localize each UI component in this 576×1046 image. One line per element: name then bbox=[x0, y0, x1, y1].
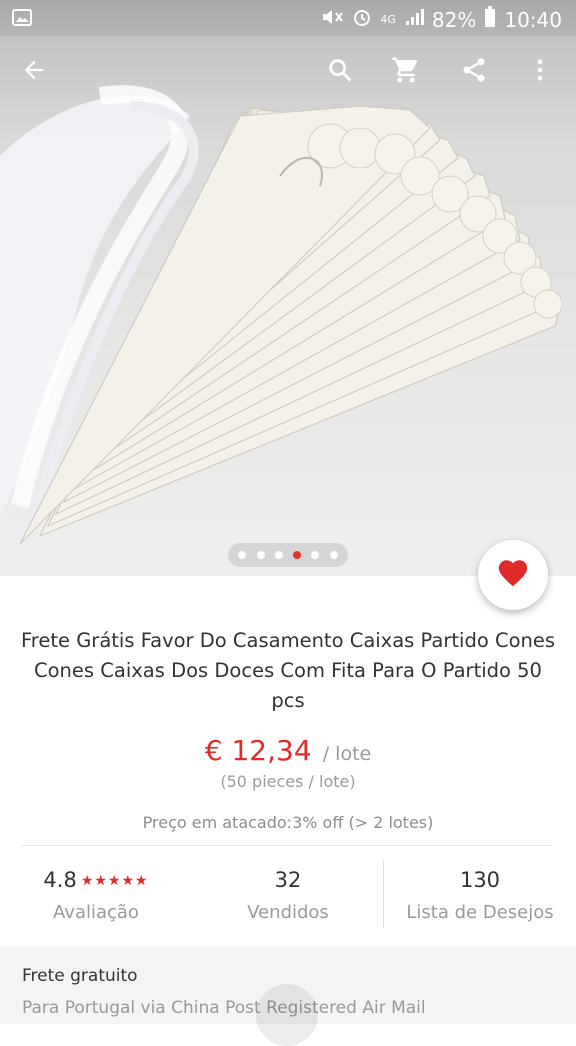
arrow-left-icon bbox=[20, 56, 48, 88]
wishlist-button[interactable] bbox=[478, 540, 548, 610]
price-unit: / lote bbox=[322, 743, 372, 765]
battery-icon bbox=[484, 6, 496, 33]
more-options-button[interactable] bbox=[516, 48, 564, 96]
product-price: € 12,34 bbox=[204, 734, 312, 767]
network-type: 4G bbox=[380, 13, 396, 26]
rating-label: Avaliação bbox=[53, 902, 139, 923]
touch-indicator bbox=[256, 984, 318, 1046]
cart-button[interactable] bbox=[382, 48, 430, 96]
mute-icon bbox=[320, 7, 344, 32]
gallery-indicator bbox=[228, 543, 348, 567]
wedding-cones-illustration bbox=[0, 85, 563, 545]
search-button[interactable] bbox=[316, 48, 364, 96]
battery-percent: 82% bbox=[431, 7, 477, 32]
divider bbox=[22, 845, 552, 846]
search-icon bbox=[326, 56, 354, 88]
pieces-per-lot: (50 pieces / lote) bbox=[220, 772, 356, 791]
cart-icon bbox=[391, 55, 421, 89]
wishlist-label: Lista de Desejos bbox=[406, 902, 554, 923]
wishlist-value: 130 bbox=[459, 868, 501, 892]
more-vert-icon bbox=[526, 56, 554, 88]
rating-line: 4.8 ★★★★★ bbox=[0, 868, 192, 892]
share-button[interactable] bbox=[450, 48, 498, 96]
product-title: Frete Grátis Favor Do Casamento Caixas P… bbox=[20, 629, 556, 712]
signal-icon bbox=[404, 7, 424, 32]
shipping-method: Para Portugal via China Post Registered … bbox=[22, 998, 426, 1018]
sold-value: 32 bbox=[274, 868, 302, 892]
sold-stat[interactable]: 32 Vendidos bbox=[192, 848, 384, 938]
alarm-icon bbox=[352, 7, 372, 32]
gallery-dot[interactable] bbox=[274, 551, 283, 559]
gallery-dot-active[interactable] bbox=[293, 551, 302, 559]
rating-value: 4.8 bbox=[43, 868, 77, 892]
price-row: € 12,34 / lote bbox=[0, 734, 576, 767]
wishlist-stat[interactable]: 130 Lista de Desejos bbox=[384, 848, 576, 938]
status-bar: 4G 82% 10:40 bbox=[0, 0, 576, 36]
back-button[interactable] bbox=[10, 48, 58, 96]
app-toolbar bbox=[0, 36, 576, 108]
share-icon bbox=[460, 56, 488, 88]
sold-label: Vendidos bbox=[247, 902, 329, 923]
rating-stars-icon: ★★★★★ bbox=[80, 873, 149, 889]
gallery-dot[interactable] bbox=[238, 551, 247, 559]
shipping-title: Frete gratuito bbox=[22, 966, 138, 986]
gallery-dot[interactable] bbox=[256, 551, 265, 559]
clock: 10:40 bbox=[504, 7, 562, 32]
gallery-dot[interactable] bbox=[329, 551, 338, 559]
heart-icon bbox=[496, 556, 530, 594]
gallery-notification-icon bbox=[12, 8, 34, 32]
product-stats: 4.8 ★★★★★ Avaliação 32 Vendidos 130 Lista… bbox=[0, 848, 576, 938]
wholesale-info[interactable]: Preço em atacado:3% off (> 2 lotes) bbox=[0, 813, 576, 832]
gallery-dot[interactable] bbox=[311, 551, 320, 559]
rating-stat[interactable]: 4.8 ★★★★★ Avaliação bbox=[0, 848, 192, 938]
product-image[interactable] bbox=[0, 36, 576, 576]
